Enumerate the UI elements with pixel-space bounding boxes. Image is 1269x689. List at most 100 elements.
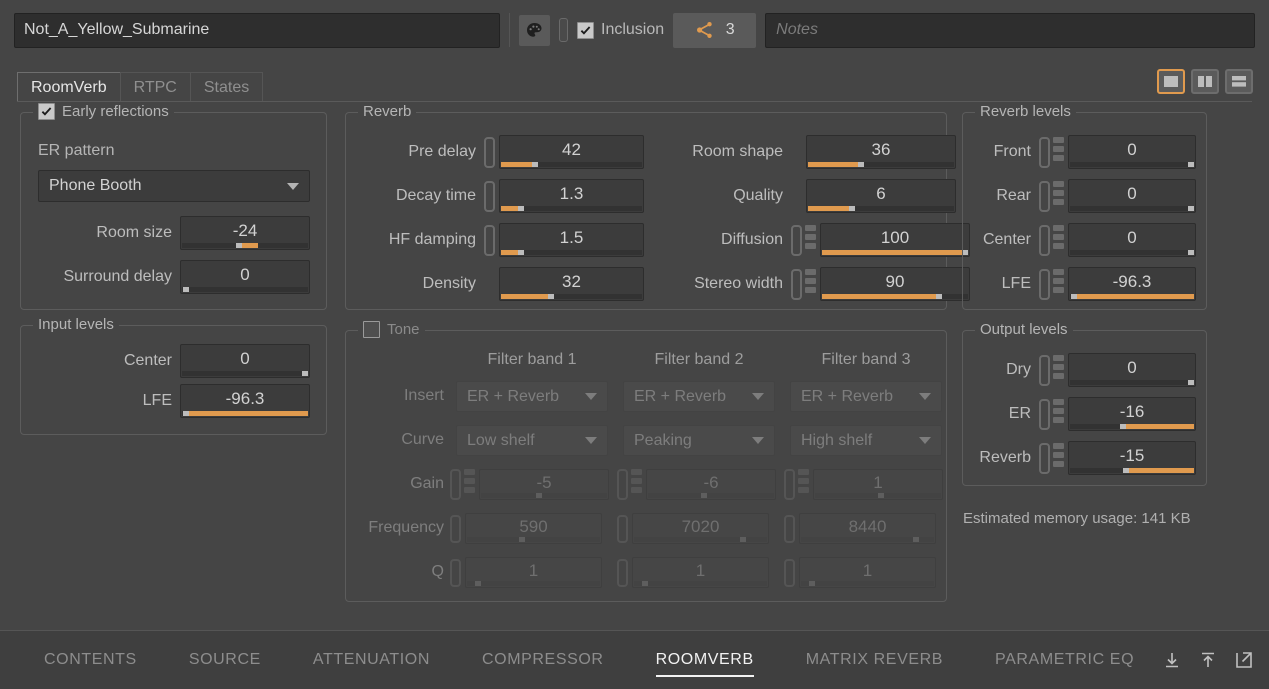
room-size-slider[interactable] — [182, 243, 308, 248]
surround-delay-slider-knob[interactable] — [183, 287, 190, 292]
reverb-lfe-automation-handle[interactable] — [1053, 268, 1064, 300]
hf-damping-slider-knob[interactable] — [517, 250, 524, 255]
output-er-rtpc-handle[interactable] — [1039, 398, 1050, 430]
band-2-gain-field[interactable]: -6 — [646, 469, 776, 500]
tab-roomverb[interactable]: RoomVerb — [17, 72, 121, 102]
pre-delay-slider[interactable] — [501, 162, 642, 167]
band-3-gain-rtpc-handle[interactable] — [784, 469, 795, 500]
output-reverb-slider-knob[interactable] — [1123, 468, 1130, 473]
hf-damping-slider[interactable] — [501, 250, 642, 255]
reverb-center-rtpc-handle[interactable] — [1039, 224, 1050, 256]
reverb-center-slider-knob[interactable] — [1187, 250, 1194, 255]
quality-slider[interactable] — [808, 206, 954, 211]
output-dry-automation-handle[interactable] — [1053, 354, 1064, 386]
output-dry-slider[interactable] — [1070, 380, 1194, 385]
bottom-tab-source[interactable]: SOURCE — [163, 631, 287, 689]
reverb-center-rtpc-handles[interactable] — [1039, 224, 1064, 256]
band-3-q-slider-knob[interactable] — [808, 581, 815, 586]
share-button[interactable]: 3 — [673, 12, 757, 48]
room-shape-slider[interactable] — [808, 162, 954, 167]
reverb-center-slider[interactable] — [1070, 250, 1194, 255]
decay-time-rtpc-handle[interactable] — [484, 180, 495, 212]
band-3-curve-dropdown[interactable]: High shelf — [790, 425, 942, 456]
band-2-gain-rtpc-handles[interactable] — [617, 469, 642, 500]
band-1-curve-dropdown[interactable]: Low shelf — [456, 425, 608, 456]
view-split-vertical-button[interactable] — [1191, 69, 1219, 94]
band-3-insert-dropdown[interactable]: ER + Reverb — [790, 381, 942, 412]
room-size-slider-knob[interactable] — [236, 243, 243, 248]
bottom-tab-roomverb[interactable]: ROOMVERB — [630, 631, 780, 689]
reverb-rear-slider-knob[interactable] — [1187, 206, 1194, 211]
reverb-rear-slider[interactable] — [1070, 206, 1194, 211]
output-reverb-slider[interactable] — [1070, 468, 1194, 473]
hf-damping-rtpc-handle[interactable] — [484, 224, 495, 256]
band-3-q-slider[interactable] — [801, 581, 934, 586]
band-1-gain-rtpc-handle[interactable] — [450, 469, 461, 500]
diffusion-slider[interactable] — [822, 250, 969, 255]
notes-input[interactable]: Notes — [765, 12, 1255, 48]
inclusion-checkbox[interactable] — [577, 21, 594, 39]
band-1-gain-field[interactable]: -5 — [479, 469, 609, 500]
reverb-lfe-field[interactable]: -96.3 — [1068, 267, 1196, 301]
stereo-width-rtpc-handles[interactable] — [791, 268, 816, 300]
stereo-width-rtpc-handle[interactable] — [791, 268, 802, 300]
output-er-rtpc-handles[interactable] — [1039, 398, 1064, 430]
decay-time-field[interactable]: 1.3 — [499, 179, 644, 213]
reverb-center-field[interactable]: 0 — [1068, 223, 1196, 257]
reverb-rear-rtpc-handle[interactable] — [1039, 180, 1050, 212]
diffusion-rtpc-handle[interactable] — [791, 224, 802, 256]
bottom-tab-compressor[interactable]: COMPRESSOR — [456, 631, 630, 689]
band-2-gain-rtpc-handle[interactable] — [617, 469, 628, 500]
view-single-button[interactable] — [1157, 69, 1185, 94]
room-shape-field[interactable]: 36 — [806, 135, 956, 169]
surround-delay-field[interactable]: 0 — [180, 260, 310, 294]
upload-button[interactable] — [1197, 649, 1219, 671]
reverb-lfe-rtpc-handles[interactable] — [1039, 268, 1064, 300]
output-er-slider-knob[interactable] — [1119, 424, 1126, 429]
output-er-automation-handle[interactable] — [1053, 398, 1064, 430]
stereo-width-automation-handle[interactable] — [805, 268, 816, 300]
bottom-tab-attenuation[interactable]: ATTENUATION — [287, 631, 456, 689]
output-er-field[interactable]: -16 — [1068, 397, 1196, 431]
output-reverb-automation-handle[interactable] — [1053, 442, 1064, 474]
room-size-field[interactable]: -24 — [180, 216, 310, 250]
band-3-frequency-slider-knob[interactable] — [912, 537, 919, 542]
reverb-front-slider-knob[interactable] — [1187, 162, 1194, 167]
output-reverb-rtpc-handle[interactable] — [1039, 442, 1050, 474]
band-2-q-slider[interactable] — [634, 581, 767, 586]
band-1-q-rtpc-handle[interactable] — [450, 558, 461, 587]
bottom-tab-parametric-eq[interactable]: PARAMETRIC EQ — [969, 631, 1160, 689]
tab-rtpc[interactable]: RTPC — [119, 72, 191, 102]
reverb-rear-field[interactable]: 0 — [1068, 179, 1196, 213]
early-reflections-checkbox[interactable] — [38, 103, 55, 120]
band-2-gain-slider[interactable] — [648, 493, 774, 498]
band-1-q-field[interactable]: 1 — [465, 557, 602, 588]
decay-time-slider-knob[interactable] — [517, 206, 524, 211]
band-3-gain-slider-knob[interactable] — [878, 493, 884, 498]
band-2-frequency-field[interactable]: 7020 — [632, 513, 769, 544]
band-3-frequency-field[interactable]: 8440 — [799, 513, 936, 544]
reverb-rear-automation-handle[interactable] — [1053, 180, 1064, 212]
band-2-q-field[interactable]: 1 — [632, 557, 769, 588]
band-3-gain-slider[interactable] — [815, 493, 941, 498]
reverb-rear-rtpc-handles[interactable] — [1039, 180, 1064, 212]
er-pattern-dropdown[interactable]: Phone Booth — [38, 170, 310, 202]
pre-delay-field[interactable]: 42 — [499, 135, 644, 169]
band-2-curve-dropdown[interactable]: Peaking — [623, 425, 775, 456]
band-1-frequency-slider-knob[interactable] — [518, 537, 525, 542]
diffusion-automation-handle[interactable] — [805, 224, 816, 256]
band-1-gain-slider-knob[interactable] — [536, 493, 543, 498]
bottom-tab-contents[interactable]: CONTENTS — [18, 631, 163, 689]
view-split-horizontal-button[interactable] — [1225, 69, 1253, 94]
stereo-width-slider[interactable] — [822, 294, 968, 299]
palette-button[interactable] — [519, 14, 550, 46]
open-external-button[interactable] — [1233, 649, 1255, 671]
reverb-front-automation-handle[interactable] — [1053, 136, 1064, 168]
inclusion-rtpc-handle[interactable] — [559, 18, 568, 42]
input-center-field[interactable]: 0 — [180, 344, 310, 378]
output-reverb-field[interactable]: -15 — [1068, 441, 1196, 475]
band-3-frequency-rtpc-handle[interactable] — [784, 514, 795, 543]
stereo-width-slider-knob[interactable] — [935, 294, 942, 299]
output-dry-rtpc-handles[interactable] — [1039, 354, 1064, 386]
reverb-front-field[interactable]: 0 — [1068, 135, 1196, 169]
